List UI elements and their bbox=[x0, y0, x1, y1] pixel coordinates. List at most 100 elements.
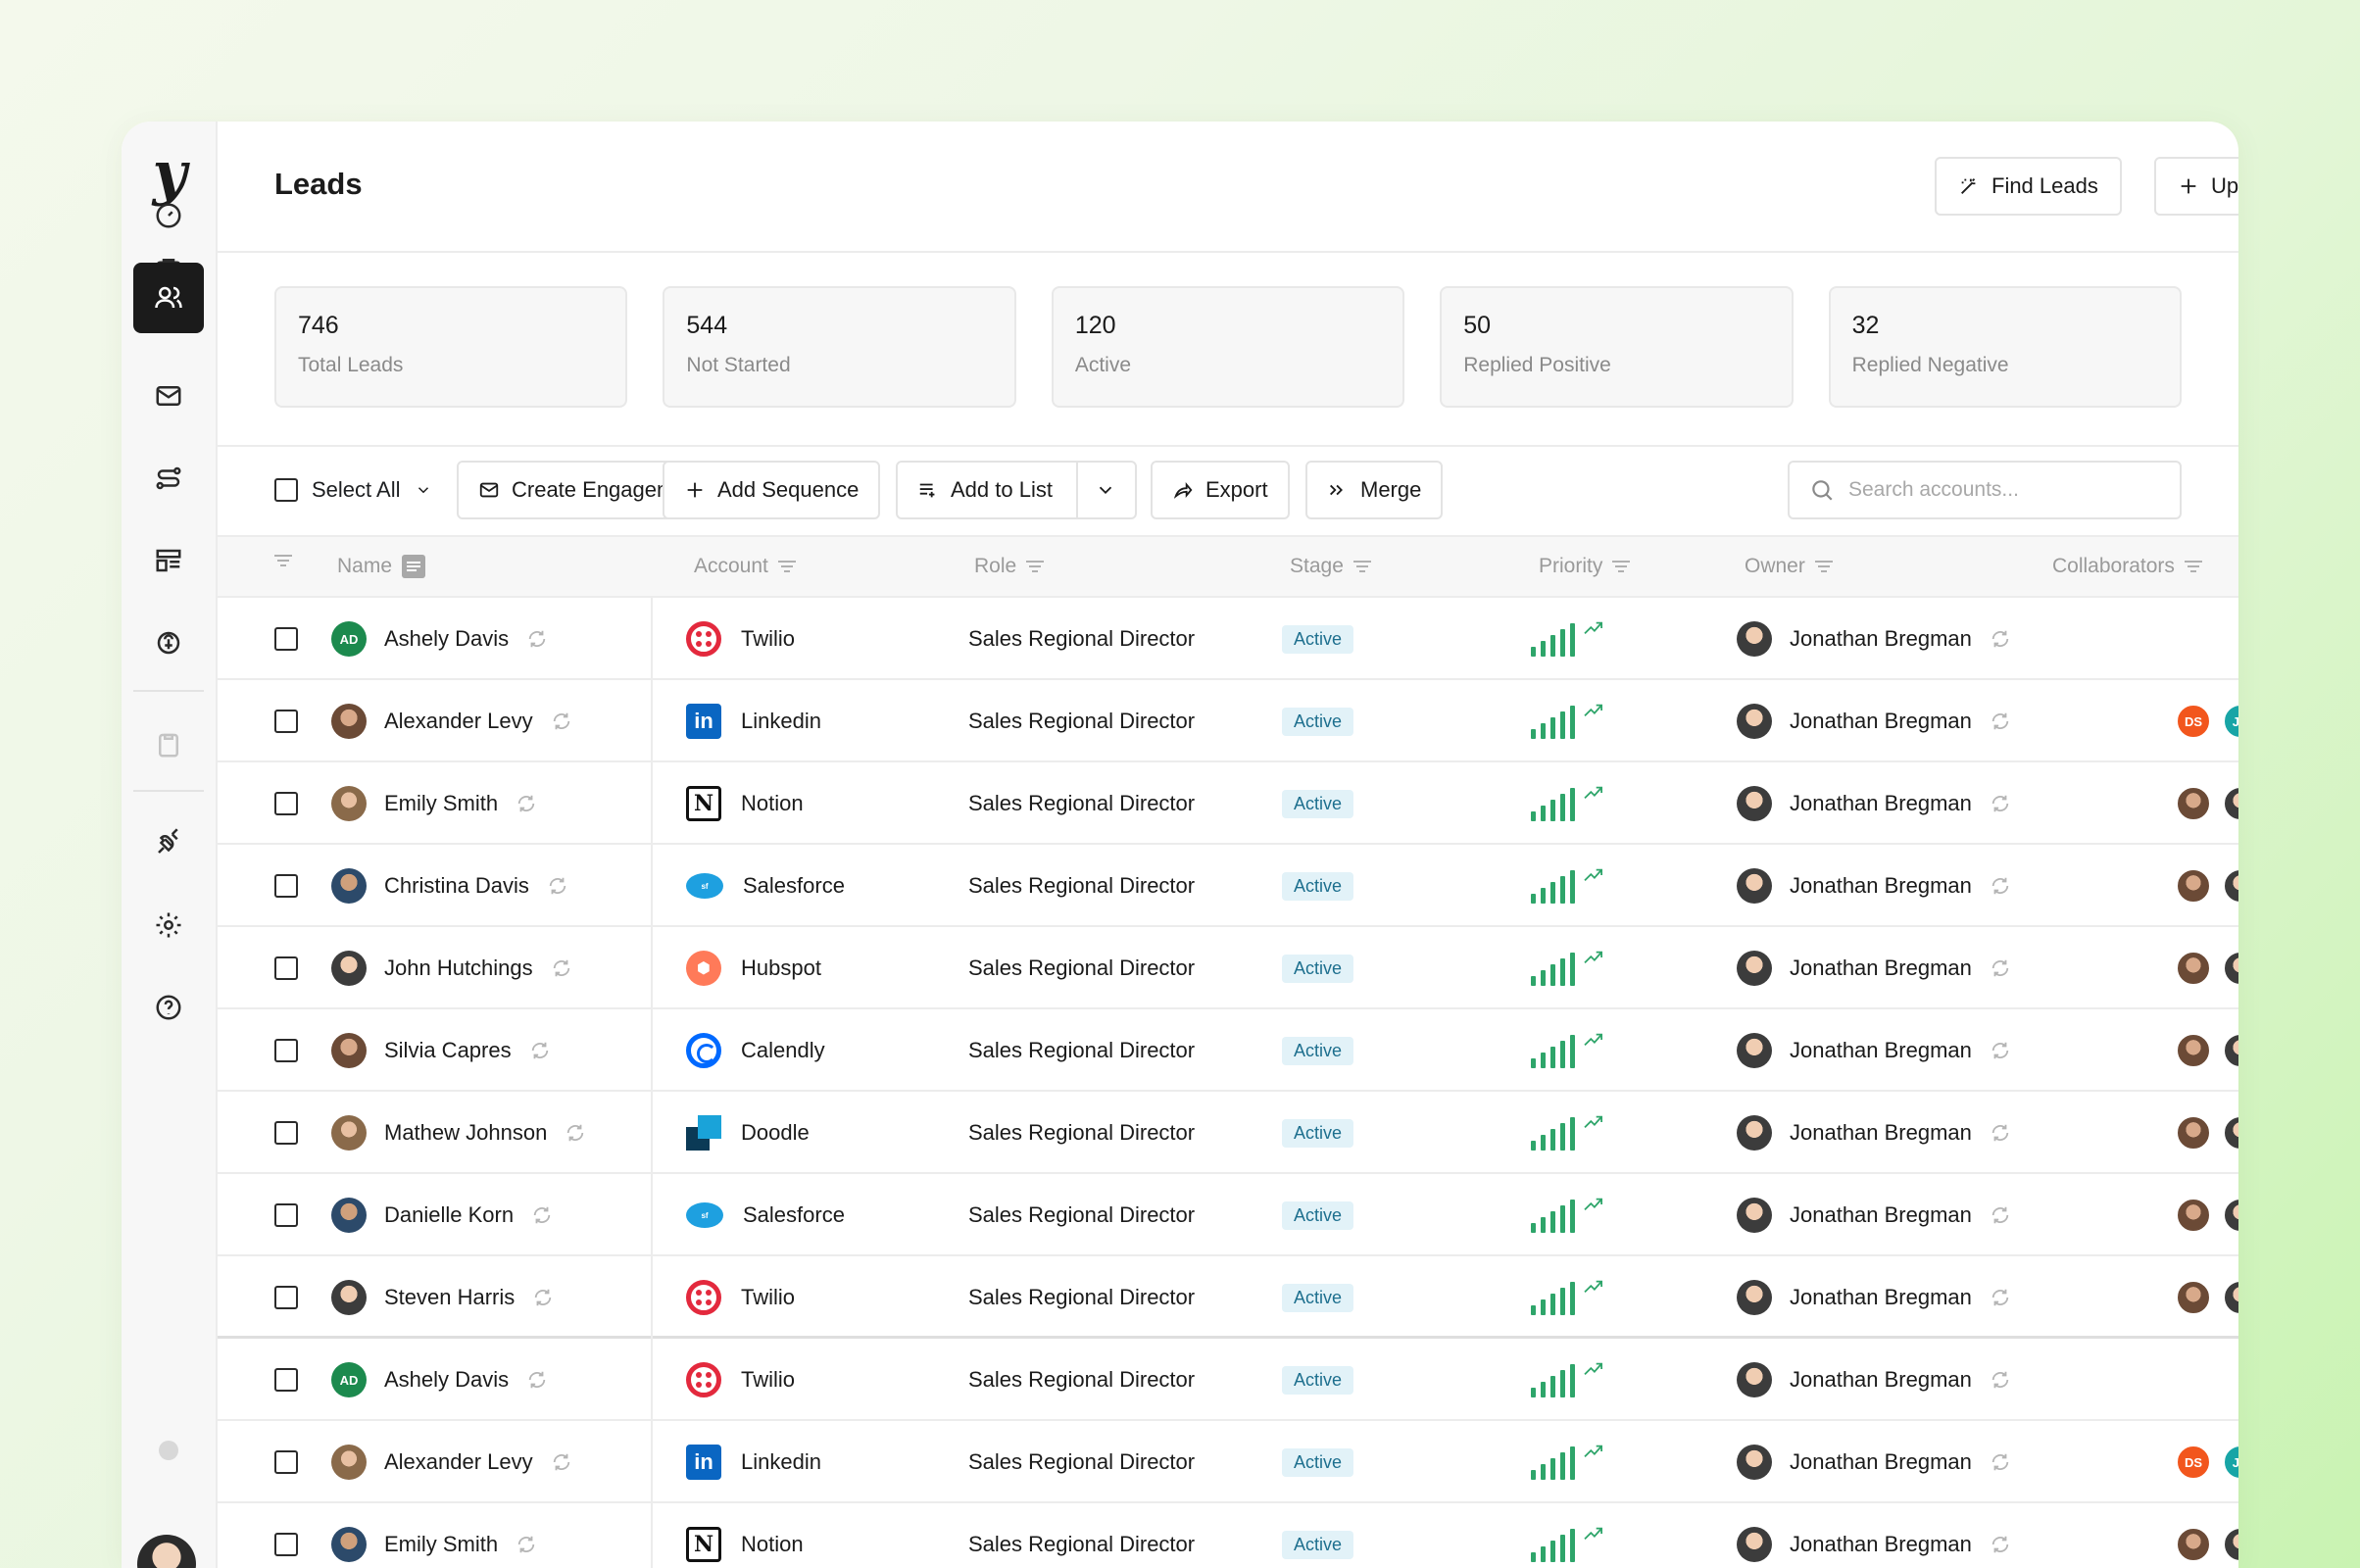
account-cell[interactable]: Doodle bbox=[686, 1092, 810, 1174]
stage-cell[interactable]: Active bbox=[1282, 1174, 1354, 1256]
lead-name-cell[interactable]: Christina Davis bbox=[331, 845, 568, 927]
stage-cell[interactable]: Active bbox=[1282, 927, 1354, 1009]
collaborator-avatar[interactable] bbox=[2176, 786, 2211, 821]
row-checkbox[interactable] bbox=[274, 874, 298, 898]
account-cell[interactable]: in Linkedin bbox=[686, 1421, 821, 1503]
nav-templates[interactable] bbox=[133, 525, 204, 596]
lead-name-cell[interactable]: Alexander Levy bbox=[331, 1421, 572, 1503]
stage-badge[interactable]: Active bbox=[1282, 1036, 1354, 1065]
owner-cell[interactable]: Jonathan Bregman bbox=[1737, 1339, 2011, 1421]
column-options[interactable] bbox=[274, 555, 292, 566]
column-header-account[interactable]: Account bbox=[694, 555, 796, 578]
collaborator-avatar[interactable] bbox=[2176, 1198, 2211, 1233]
column-header-owner[interactable]: Owner bbox=[1745, 555, 1833, 578]
stage-cell[interactable]: Active bbox=[1282, 1421, 1354, 1503]
owner-cell[interactable]: Jonathan Bregman bbox=[1737, 1503, 2011, 1568]
lead-name[interactable]: Silvia Capres bbox=[384, 1038, 512, 1063]
stat-card-total-leads[interactable]: 746 Total Leads bbox=[274, 286, 628, 408]
stage-badge[interactable]: Active bbox=[1282, 954, 1354, 983]
lead-name[interactable]: Danielle Korn bbox=[384, 1202, 514, 1228]
table-row[interactable]: John Hutchings ⬢ Hubspot Sales Regional Dir… bbox=[218, 927, 2238, 1009]
priority-cell[interactable] bbox=[1531, 1174, 1604, 1256]
stage-cell[interactable]: Active bbox=[1282, 845, 1354, 927]
collaborator-avatar[interactable] bbox=[2223, 1280, 2238, 1315]
owner-name[interactable]: Jonathan Bregman bbox=[1790, 709, 1972, 734]
row-checkbox[interactable] bbox=[274, 956, 298, 980]
account-name[interactable]: Hubspot bbox=[741, 956, 821, 981]
account-cell[interactable]: Calendly bbox=[686, 1009, 825, 1092]
account-name[interactable]: Linkedin bbox=[741, 1449, 821, 1475]
account-cell[interactable]: sf Salesforce bbox=[686, 1174, 845, 1256]
stage-badge[interactable]: Active bbox=[1282, 1447, 1354, 1477]
priority-cell[interactable] bbox=[1531, 680, 1604, 762]
collaborator-avatar[interactable]: DS bbox=[2176, 1445, 2211, 1480]
owner-name[interactable]: Jonathan Bregman bbox=[1790, 791, 1972, 816]
account-cell[interactable]: Twilio bbox=[686, 1256, 795, 1339]
owner-cell[interactable]: Jonathan Bregman bbox=[1737, 845, 2011, 927]
owner-cell[interactable]: Jonathan Bregman bbox=[1737, 598, 2011, 680]
row-checkbox[interactable] bbox=[274, 792, 298, 815]
collaborator-avatar[interactable] bbox=[2223, 1115, 2238, 1151]
collaborator-avatar[interactable] bbox=[2176, 1115, 2211, 1151]
collaborator-avatar[interactable] bbox=[2223, 1198, 2238, 1233]
priority-cell[interactable] bbox=[1531, 1339, 1604, 1421]
row-checkbox[interactable] bbox=[274, 627, 298, 651]
lead-name-cell[interactable]: John Hutchings bbox=[331, 927, 572, 1009]
collaborator-avatar[interactable] bbox=[2176, 951, 2211, 986]
collaborator-avatar[interactable] bbox=[2176, 868, 2211, 904]
table-row[interactable]: Danielle Korn sf Salesforce Sales Regional … bbox=[218, 1174, 2238, 1256]
lead-name[interactable]: John Hutchings bbox=[384, 956, 533, 981]
account-cell[interactable]: N Notion bbox=[686, 1503, 804, 1568]
priority-cell[interactable] bbox=[1531, 1092, 1604, 1174]
collaborator-avatar[interactable] bbox=[2223, 1527, 2238, 1562]
lead-name-cell[interactable]: AD Ashely Davis bbox=[331, 1339, 548, 1421]
nav-help[interactable] bbox=[133, 972, 204, 1043]
stat-card-not-started[interactable]: 544 Not Started bbox=[663, 286, 1016, 408]
lead-name-cell[interactable]: Silvia Capres bbox=[331, 1009, 551, 1092]
account-name[interactable]: Salesforce bbox=[743, 1202, 845, 1228]
collaborator-avatar[interactable] bbox=[2176, 1527, 2211, 1562]
nav-settings[interactable] bbox=[133, 890, 204, 960]
stage-badge[interactable]: Active bbox=[1282, 1530, 1354, 1559]
stage-badge[interactable]: Active bbox=[1282, 1365, 1354, 1395]
lead-name[interactable]: Ashely Davis bbox=[384, 626, 509, 652]
nav-tasks[interactable] bbox=[133, 710, 204, 780]
stage-cell[interactable]: Active bbox=[1282, 1339, 1354, 1421]
account-name[interactable]: Linkedin bbox=[741, 709, 821, 734]
table-row[interactable]: Alexander Levy in Linkedin Sales Regional D… bbox=[218, 680, 2238, 762]
nav-mail[interactable] bbox=[133, 361, 204, 431]
lead-name[interactable]: Emily Smith bbox=[384, 1532, 498, 1557]
owner-cell[interactable]: Jonathan Bregman bbox=[1737, 680, 2011, 762]
account-name[interactable]: Doodle bbox=[741, 1120, 810, 1146]
priority-cell[interactable] bbox=[1531, 1421, 1604, 1503]
stage-badge[interactable]: Active bbox=[1282, 624, 1354, 654]
table-row[interactable]: AD Ashely Davis Twilio Sales Regional Direc… bbox=[218, 1339, 2238, 1421]
table-row[interactable]: Alexander Levy in Linkedin Sales Regional D… bbox=[218, 1421, 2238, 1503]
priority-cell[interactable] bbox=[1531, 598, 1604, 680]
stage-badge[interactable]: Active bbox=[1282, 871, 1354, 901]
account-name[interactable]: Twilio bbox=[741, 1367, 795, 1393]
priority-cell[interactable] bbox=[1531, 845, 1604, 927]
lead-name-cell[interactable]: Alexander Levy bbox=[331, 680, 572, 762]
account-cell[interactable]: ⬢ Hubspot bbox=[686, 927, 821, 1009]
lead-name[interactable]: Christina Davis bbox=[384, 873, 529, 899]
stage-badge[interactable]: Active bbox=[1282, 1283, 1354, 1312]
select-all-dropdown[interactable]: Select All bbox=[274, 461, 432, 519]
column-header-collaborators[interactable]: Collaborators bbox=[2052, 555, 2202, 578]
add-sequence-button[interactable]: Add Sequence bbox=[663, 461, 881, 519]
stage-cell[interactable]: Active bbox=[1282, 1092, 1354, 1174]
lead-name-cell[interactable]: Danielle Korn bbox=[331, 1174, 553, 1256]
owner-cell[interactable]: Jonathan Bregman bbox=[1737, 927, 2011, 1009]
lead-name-cell[interactable]: Mathew Johnson bbox=[331, 1092, 586, 1174]
export-button[interactable]: Export bbox=[1151, 461, 1290, 519]
owner-cell[interactable]: Jonathan Bregman bbox=[1737, 1092, 2011, 1174]
stat-card-active[interactable]: 120 Active bbox=[1051, 286, 1405, 408]
column-header-priority[interactable]: Priority bbox=[1539, 555, 1631, 578]
lead-name-cell[interactable]: Steven Harris bbox=[331, 1256, 554, 1339]
upload-button[interactable]: Upload bbox=[2154, 157, 2238, 216]
collaborator-avatar[interactable] bbox=[2223, 786, 2238, 821]
account-name[interactable]: Twilio bbox=[741, 626, 795, 652]
row-checkbox[interactable] bbox=[274, 1121, 298, 1145]
account-cell[interactable]: in Linkedin bbox=[686, 680, 821, 762]
search-input[interactable] bbox=[1848, 478, 2142, 502]
